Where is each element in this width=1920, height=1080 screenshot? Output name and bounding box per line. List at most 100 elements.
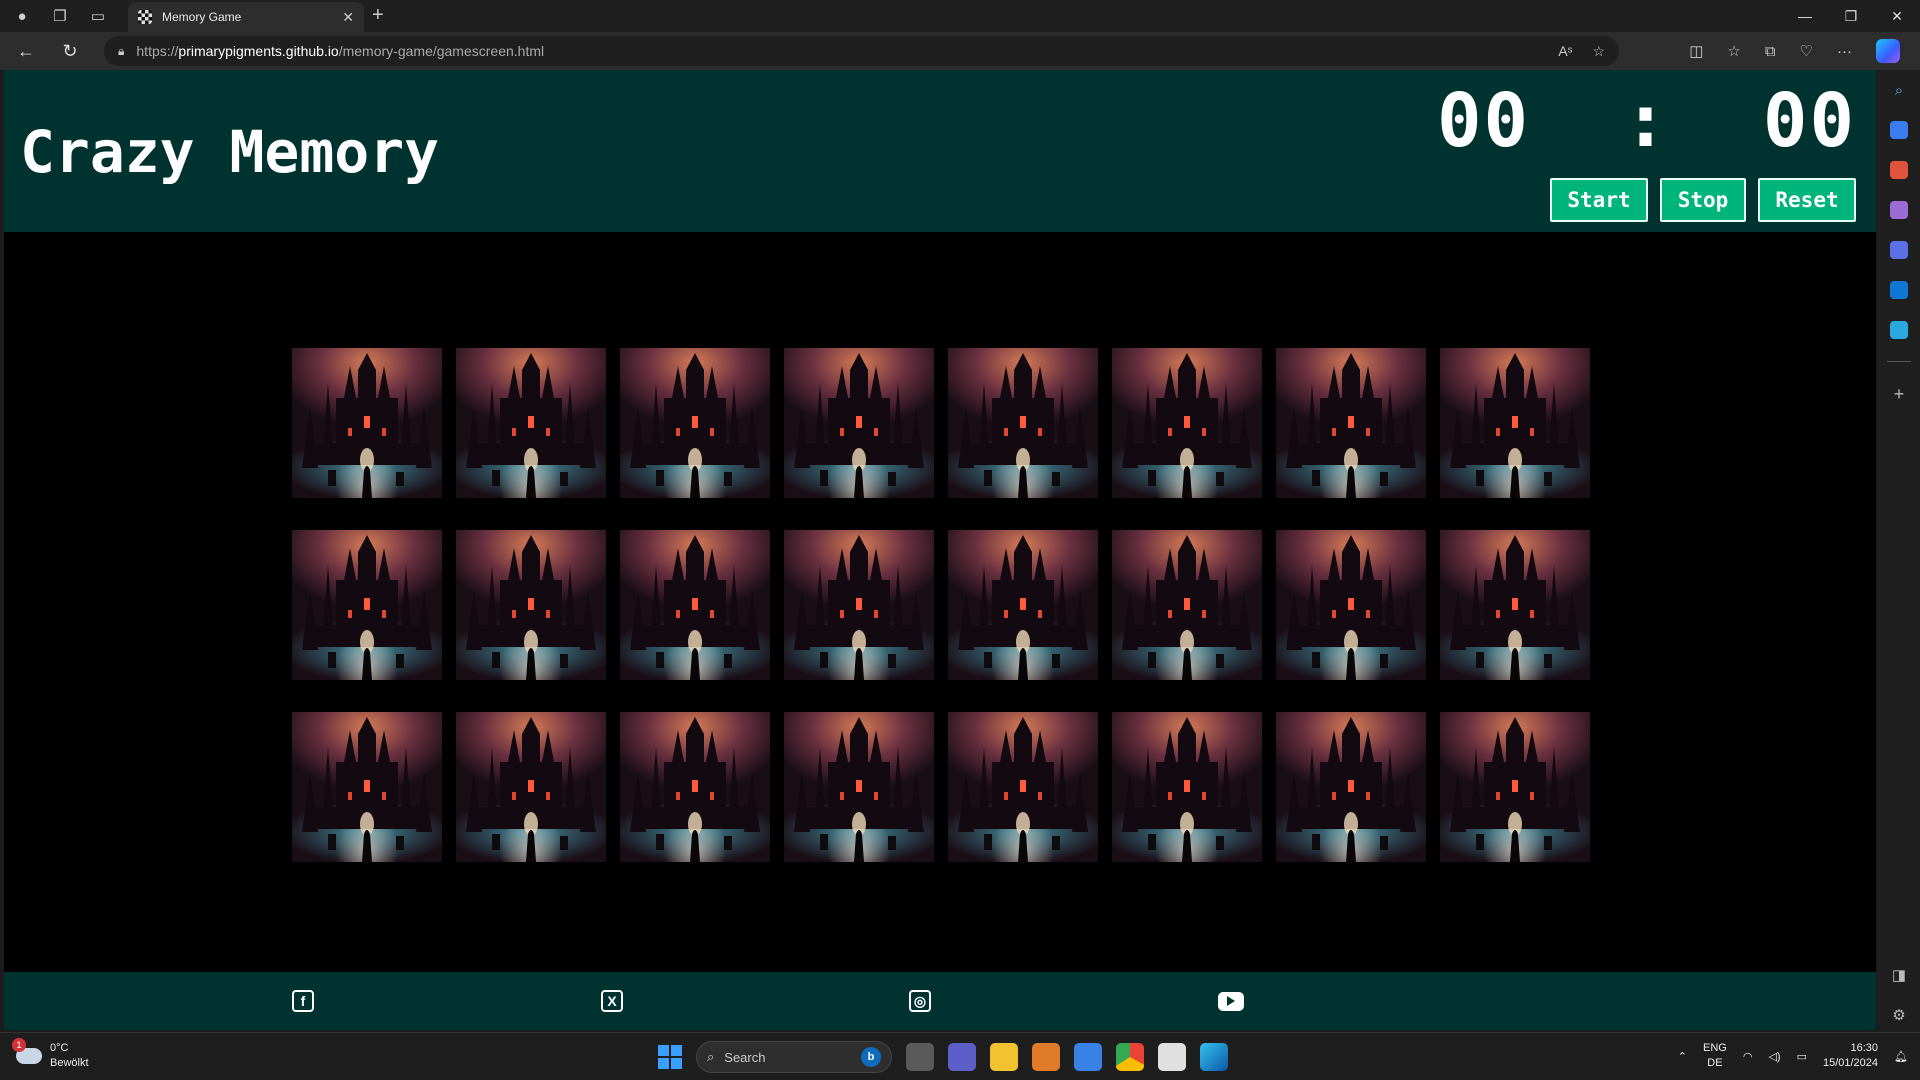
windows-start-icon[interactable] xyxy=(658,1045,682,1069)
lang-top: ENG xyxy=(1702,1042,1727,1054)
teams-chat-icon[interactable] xyxy=(948,1043,976,1071)
url-path: /memory-game/gamescreen.html xyxy=(338,43,545,59)
memory-card[interactable] xyxy=(620,712,770,862)
memory-card[interactable] xyxy=(620,530,770,680)
card-grid xyxy=(292,348,1590,862)
restore-icon[interactable]: ❐ xyxy=(1828,0,1874,32)
workspaces-icon[interactable]: ❐ xyxy=(44,0,76,32)
memory-card[interactable] xyxy=(292,712,442,862)
slack-icon[interactable] xyxy=(1158,1043,1186,1071)
weather-temp: 0°C xyxy=(50,1042,69,1054)
youtube-icon[interactable] xyxy=(1218,988,1244,1014)
collections-icon[interactable]: ⧉ xyxy=(1765,43,1776,60)
new-tab-icon[interactable]: + xyxy=(372,4,384,27)
memory-card[interactable] xyxy=(456,530,606,680)
timer-display: 00 : 00 xyxy=(1437,78,1856,164)
sidebar-settings-icon[interactable]: ⚙ xyxy=(1892,1006,1905,1024)
page-footer: f X ◎ xyxy=(4,972,1876,1030)
sidebar-drop-icon[interactable] xyxy=(1890,321,1908,339)
memory-card[interactable] xyxy=(456,348,606,498)
memory-card[interactable] xyxy=(1276,712,1426,862)
vertical-tabs-icon[interactable]: ▭ xyxy=(82,0,114,32)
edge-icon[interactable] xyxy=(1200,1043,1228,1071)
sidebar-divider xyxy=(1887,361,1911,362)
close-tab-icon[interactable]: ✕ xyxy=(342,9,354,26)
memory-card[interactable] xyxy=(1112,530,1262,680)
profile-icon[interactable]: ● xyxy=(6,0,38,32)
memory-card[interactable] xyxy=(948,348,1098,498)
tab-memory-game[interactable]: Memory Game ✕ xyxy=(128,2,364,32)
lock-icon[interactable]: 🔒︎ xyxy=(118,44,124,59)
read-aloud-icon[interactable]: Aˢ xyxy=(1558,43,1572,60)
memory-card[interactable] xyxy=(1112,712,1262,862)
memory-card[interactable] xyxy=(948,712,1098,862)
memory-card[interactable] xyxy=(456,712,606,862)
chevron-up-icon[interactable]: ⌃ xyxy=(1678,1050,1687,1063)
start-button[interactable]: Start xyxy=(1550,178,1648,222)
memory-card[interactable] xyxy=(784,348,934,498)
memory-card[interactable] xyxy=(948,530,1098,680)
memory-card[interactable] xyxy=(784,712,934,862)
clock[interactable]: 16:30 15/01/2024 xyxy=(1823,1041,1878,1071)
browser-toolbar: ← ↻ 🔒︎ https://primarypigments.github.io… xyxy=(0,32,1920,70)
sidebar-panel-icon[interactable]: ◨ xyxy=(1892,966,1906,984)
split-screen-icon[interactable]: ◫ xyxy=(1689,42,1703,60)
timer-minutes: 00 xyxy=(1437,78,1531,164)
close-window-icon[interactable]: ✕ xyxy=(1874,0,1920,32)
back-icon[interactable]: ← xyxy=(8,33,44,69)
sidebar-games-icon[interactable] xyxy=(1890,201,1908,219)
sidebar-tools-icon[interactable] xyxy=(1890,161,1908,179)
memory-card[interactable] xyxy=(292,348,442,498)
memory-card[interactable] xyxy=(1276,530,1426,680)
instagram-icon[interactable]: ◎ xyxy=(907,988,933,1014)
sidebar-copilot-icon[interactable] xyxy=(1890,241,1908,259)
taskbar-search-input[interactable]: ⌕ Search b xyxy=(696,1041,892,1073)
memory-card[interactable] xyxy=(292,530,442,680)
window-controls: — ❐ ✕ xyxy=(1782,0,1920,32)
search-icon: ⌕ xyxy=(707,1049,715,1064)
search-placeholder: Search xyxy=(724,1049,766,1065)
sidebar-add-icon[interactable]: + xyxy=(1894,384,1905,405)
sidebar-outlook-icon[interactable] xyxy=(1890,281,1908,299)
memory-card[interactable] xyxy=(1276,348,1426,498)
memory-card[interactable] xyxy=(620,348,770,498)
address-bar[interactable]: 🔒︎ https://primarypigments.github.io/mem… xyxy=(104,36,1619,66)
file-explorer-icon[interactable] xyxy=(990,1043,1018,1071)
clock-date: 15/01/2024 xyxy=(1822,1057,1879,1069)
minimize-icon[interactable]: — xyxy=(1782,0,1828,32)
task-view-icon[interactable] xyxy=(906,1043,934,1071)
notepad-icon[interactable] xyxy=(1074,1043,1102,1071)
memory-card[interactable] xyxy=(1440,348,1590,498)
memory-card[interactable] xyxy=(784,530,934,680)
page-title: Crazy Memory xyxy=(20,118,440,186)
refresh-icon[interactable]: ↻ xyxy=(52,33,88,69)
windows-taskbar: 1 0°C Bewölkt ⌕ Search b ⌃ ENG DE ◠ ◁) ▭ 1… xyxy=(0,1032,1920,1080)
notification-bell-icon[interactable]: 🔔︎ xyxy=(1894,1050,1908,1063)
language-indicator[interactable]: ENG DE xyxy=(1703,1041,1727,1071)
lang-bottom: DE xyxy=(1707,1057,1723,1069)
sidebar-search-icon[interactable]: ⌕ xyxy=(1895,82,1903,99)
chrome-icon[interactable] xyxy=(1116,1043,1144,1071)
system-tray: ⌃ ENG DE ◠ ◁) ▭ 16:30 15/01/2024 🔔︎ xyxy=(1678,1041,1908,1071)
copilot-icon[interactable] xyxy=(1876,39,1900,63)
facebook-icon[interactable]: f xyxy=(290,988,316,1014)
more-menu-icon[interactable]: ··· xyxy=(1837,43,1852,60)
browser-essentials-icon[interactable]: ♡ xyxy=(1800,42,1813,60)
app-icon[interactable] xyxy=(1032,1043,1060,1071)
weather-desc: Bewölkt xyxy=(50,1057,89,1069)
reset-button[interactable]: Reset xyxy=(1758,178,1856,222)
volume-icon[interactable]: ◁) xyxy=(1768,1050,1780,1063)
wifi-icon[interactable]: ◠ xyxy=(1743,1050,1753,1063)
favorites-icon[interactable]: ☆ xyxy=(1727,42,1740,60)
game-header: Crazy Memory 00 : 00 Start Stop Reset xyxy=(4,70,1876,232)
x-twitter-icon[interactable]: X xyxy=(599,988,625,1014)
sidebar-shopping-icon[interactable] xyxy=(1890,121,1908,139)
url-host: primarypigments.github.io xyxy=(178,43,339,59)
stop-button[interactable]: Stop xyxy=(1660,178,1746,222)
battery-icon[interactable]: ▭ xyxy=(1797,1050,1807,1063)
memory-card[interactable] xyxy=(1440,530,1590,680)
memory-card[interactable] xyxy=(1112,348,1262,498)
weather-widget[interactable]: 1 0°C Bewölkt xyxy=(12,1038,89,1071)
favorite-star-icon[interactable]: ☆ xyxy=(1592,43,1605,60)
memory-card[interactable] xyxy=(1440,712,1590,862)
